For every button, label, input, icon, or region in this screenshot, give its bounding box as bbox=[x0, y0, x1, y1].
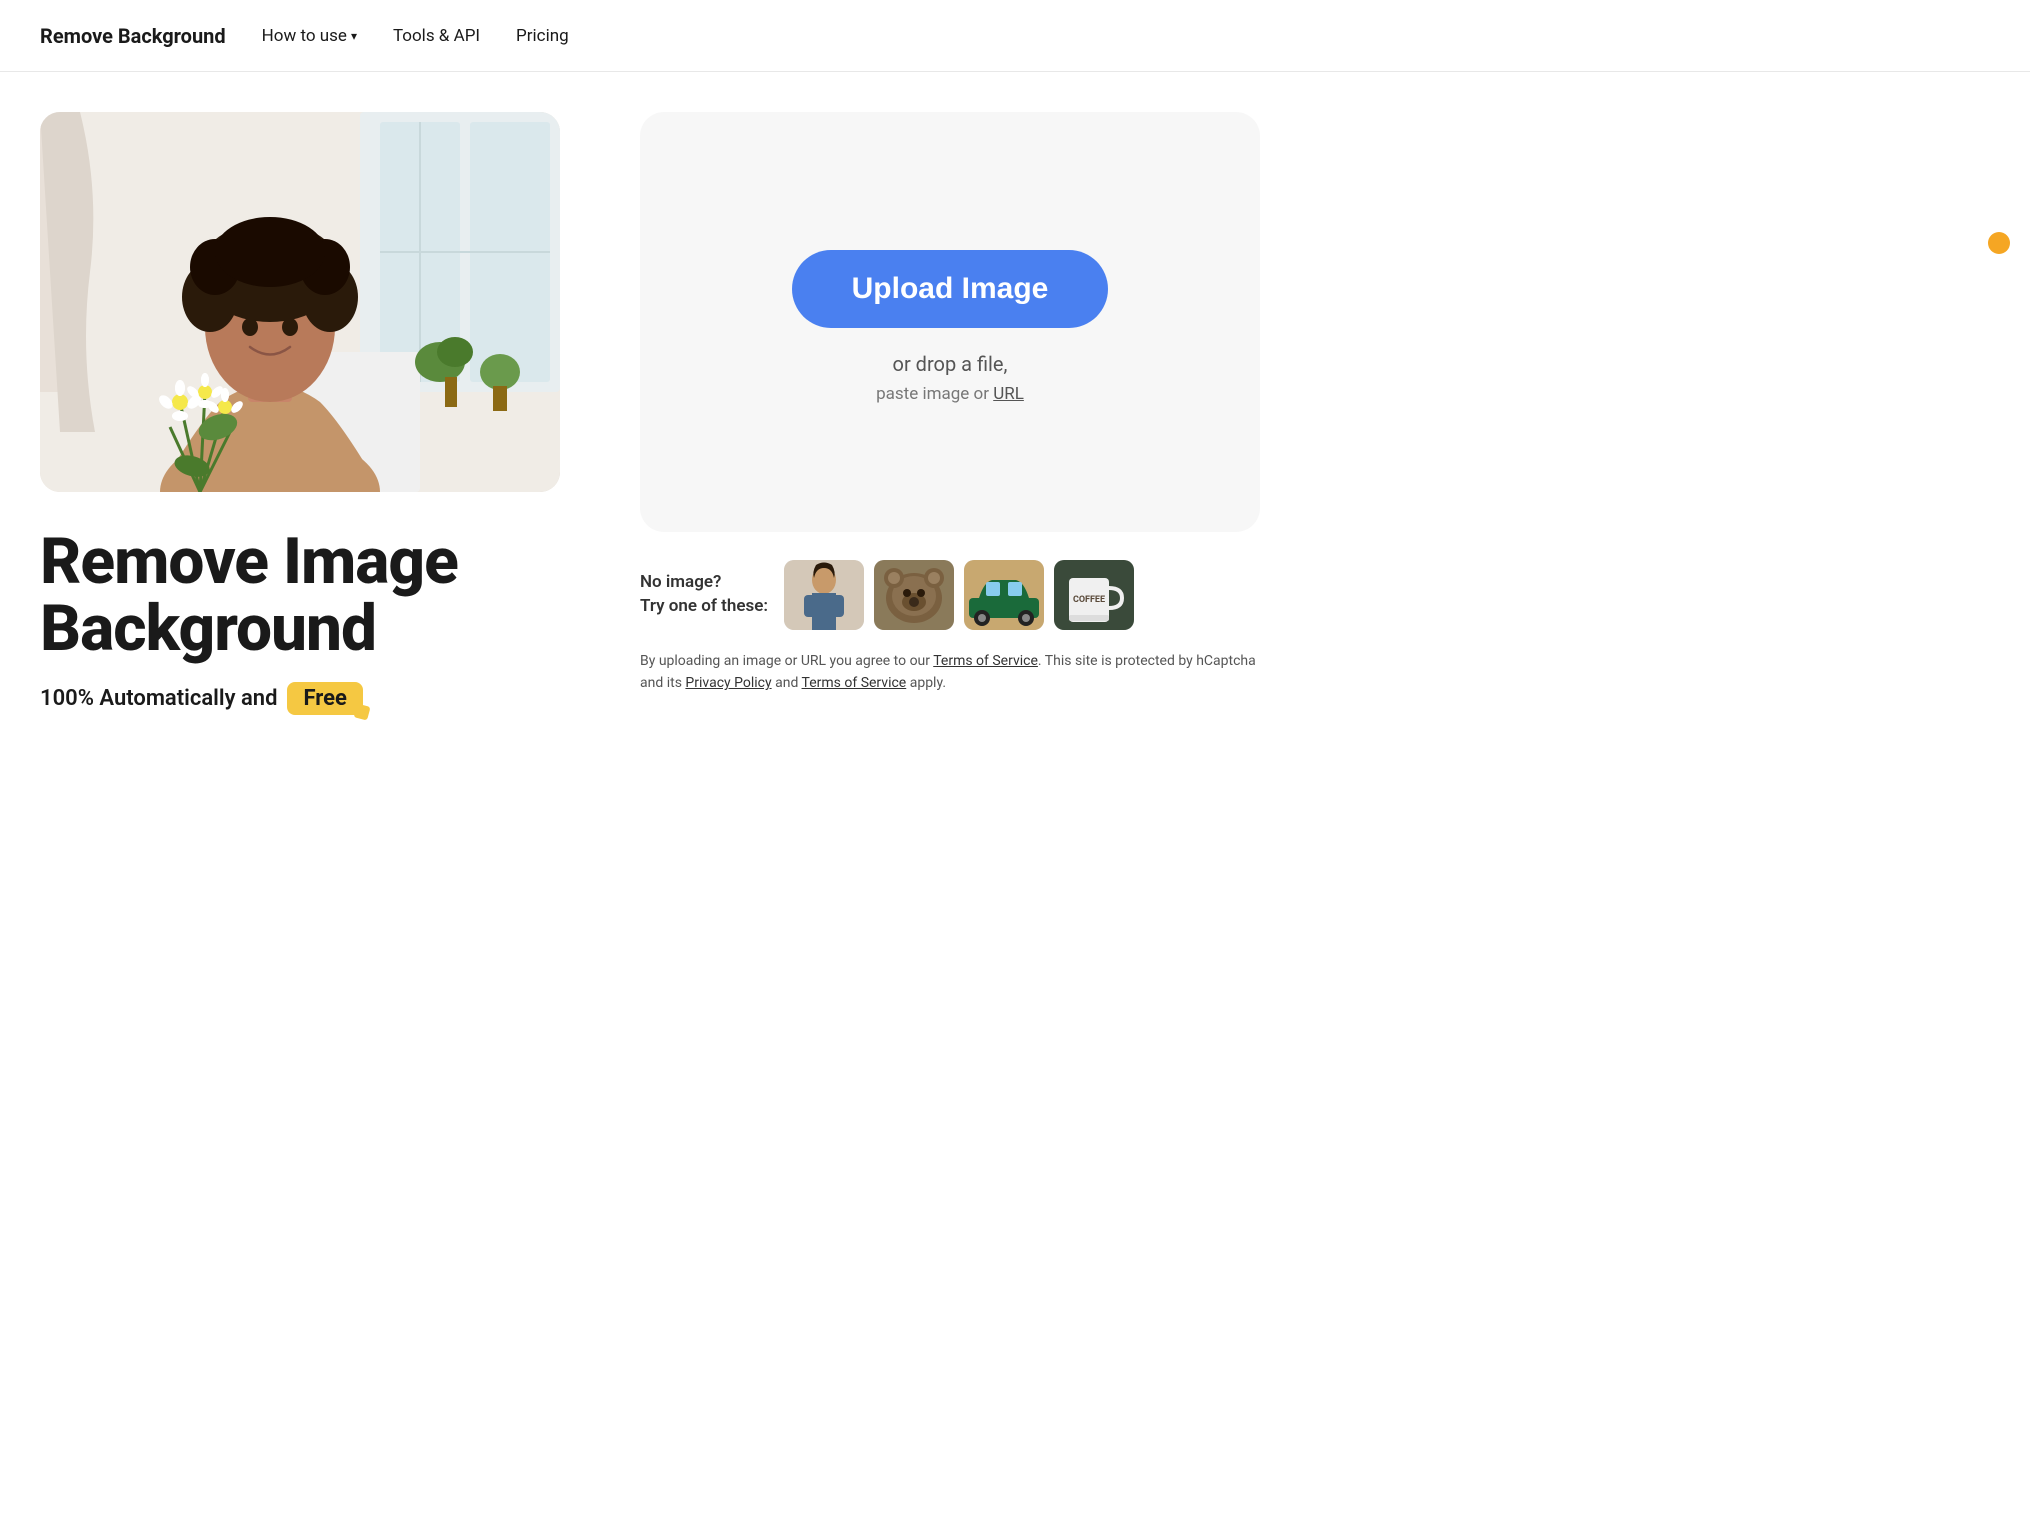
sample-image-mug[interactable]: COFFEE bbox=[1054, 560, 1134, 630]
privacy-policy-link[interactable]: Privacy Policy bbox=[685, 675, 771, 691]
paste-text: paste image or URL bbox=[876, 384, 1024, 404]
no-image-text: No image? Try one of these: bbox=[640, 571, 768, 619]
main-content: Remove Image Background 100% Automatical… bbox=[0, 72, 2030, 1516]
hero-heading: Remove Image Background bbox=[40, 528, 580, 662]
free-badge: Free bbox=[287, 682, 362, 715]
nav-link-how-to-use[interactable]: How to use ▾ bbox=[262, 26, 357, 46]
orange-dot-decoration bbox=[1988, 232, 2010, 254]
drop-file-text: or drop a file, bbox=[893, 352, 1008, 376]
right-panel: Upload Image or drop a file, paste image… bbox=[640, 112, 1990, 1516]
nav-link-tools-api[interactable]: Tools & API bbox=[393, 26, 480, 46]
sample-image-woman[interactable] bbox=[784, 560, 864, 630]
upload-dropzone[interactable]: Upload Image or drop a file, paste image… bbox=[640, 112, 1260, 532]
url-link[interactable]: URL bbox=[993, 384, 1024, 404]
sample-images-row: No image? Try one of these: bbox=[640, 560, 1260, 630]
hero-image bbox=[40, 112, 560, 492]
nav-link-pricing[interactable]: Pricing bbox=[516, 26, 569, 46]
left-panel: Remove Image Background 100% Automatical… bbox=[40, 112, 580, 1516]
nav-brand[interactable]: Remove Background bbox=[40, 24, 226, 48]
sample-image-car[interactable] bbox=[964, 560, 1044, 630]
terms-of-service-link-1[interactable]: Terms of Service bbox=[933, 653, 1038, 669]
svg-text:COFFEE: COFFEE bbox=[1073, 595, 1105, 605]
sample-image-bear[interactable] bbox=[874, 560, 954, 630]
hero-subtext: 100% Automatically and Free bbox=[40, 682, 580, 715]
terms-text: By uploading an image or URL you agree t… bbox=[640, 650, 1260, 695]
upload-image-button[interactable]: Upload Image bbox=[792, 250, 1109, 328]
terms-of-service-link-2[interactable]: Terms of Service bbox=[802, 675, 907, 691]
sample-images-list: COFFEE bbox=[784, 560, 1260, 630]
chevron-down-icon: ▾ bbox=[351, 29, 357, 43]
navbar: Remove Background How to use ▾ Tools & A… bbox=[0, 0, 2030, 72]
